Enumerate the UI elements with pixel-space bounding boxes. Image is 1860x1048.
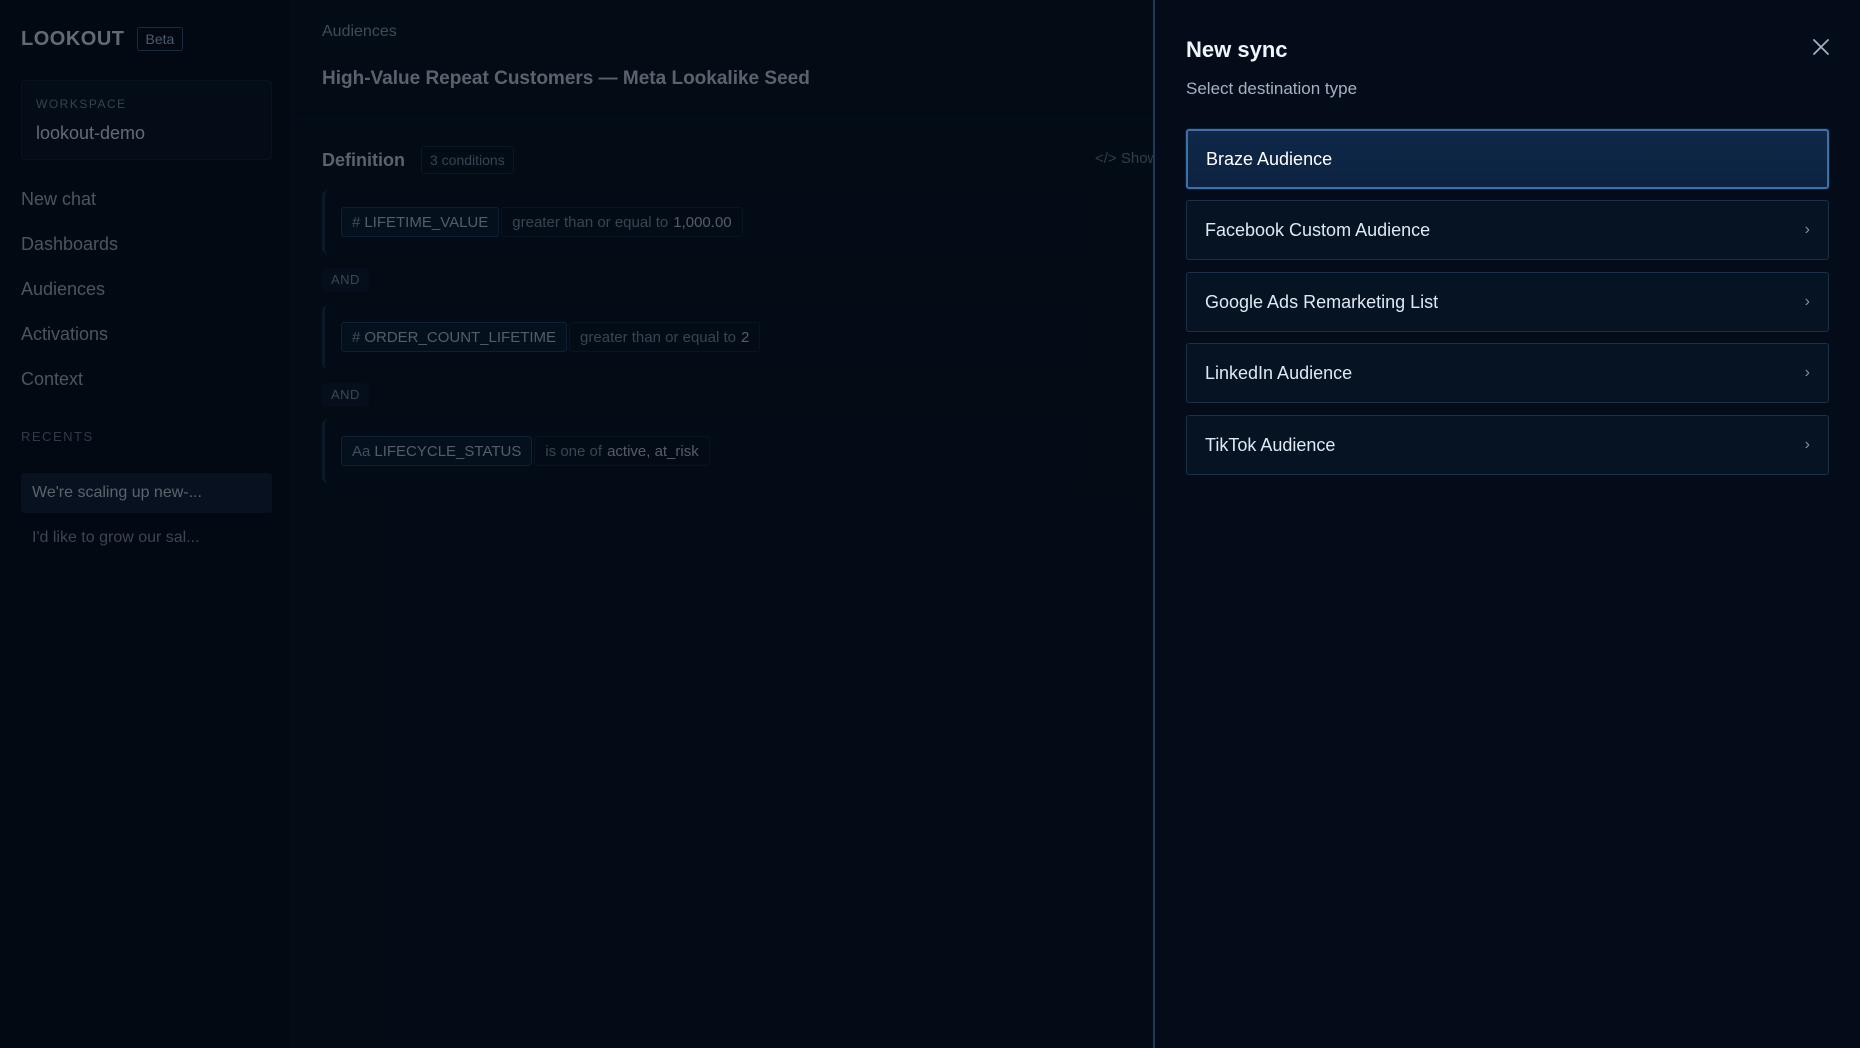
field-chip: # ORDER_COUNT_LIFETIME [341, 322, 568, 352]
operator-chip: greater than or equal to 1,000.00 [501, 207, 743, 237]
workspace-label: WORKSPACE [36, 97, 127, 111]
condition-row[interactable]: # ORDER_COUNT_LIFETIME greater than or e… [322, 305, 1082, 369]
chevron-right-icon: › [1804, 221, 1810, 238]
beta-badge: Beta [136, 27, 184, 51]
brand-logo-text: LOOKOUT [21, 27, 125, 50]
show-sql-button[interactable]: </> Show [1095, 150, 1158, 167]
recent-chat-item[interactable]: I'd like to grow our sal... [21, 518, 272, 558]
sidebar: LOOKOUT Beta WORKSPACE lookout-demo New … [0, 0, 292, 1048]
condition-row[interactable]: # LIFETIME_VALUE greater than or equal t… [322, 190, 1082, 254]
sidebar-item-context[interactable]: Context [21, 364, 118, 409]
chevron-right-icon: › [1804, 364, 1810, 381]
chevron-right-icon: › [1804, 436, 1810, 453]
text-type-icon: Aa [352, 442, 371, 460]
destination-label: Google Ads Remarketing List [1205, 291, 1439, 312]
new-sync-drawer: New sync Select destination type Braze A… [1153, 0, 1860, 1048]
numeric-type-icon: # [352, 328, 361, 346]
and-connector: AND [322, 383, 369, 407]
definition-title: Definition [322, 149, 405, 170]
close-icon [1813, 39, 1829, 55]
workspace-name: lookout-demo [36, 123, 146, 143]
numeric-type-icon: # [352, 213, 361, 231]
operator-chip: greater than or equal to 2 [569, 322, 761, 352]
and-connector: AND [322, 268, 369, 292]
brand: LOOKOUT Beta [21, 27, 184, 51]
condition-value: 2 [741, 328, 750, 346]
destination-label: Braze Audience [1206, 148, 1333, 169]
field-name: LIFETIME_VALUE [364, 213, 489, 231]
field-chip: # LIFETIME_VALUE [341, 207, 500, 237]
field-name: LIFECYCLE_STATUS [374, 442, 522, 460]
operator-chip: is one of active, at_risk [534, 436, 710, 466]
condition-value: 1,000.00 [673, 213, 732, 231]
field-chip: Aa LIFECYCLE_STATUS [341, 436, 533, 466]
breadcrumb[interactable]: Audiences [322, 23, 397, 41]
field-name: ORDER_COUNT_LIFETIME [364, 328, 557, 346]
sidebar-item-new-chat[interactable]: New chat [21, 184, 118, 229]
destination-option-tiktok[interactable]: TikTok Audience › [1186, 415, 1829, 475]
workspace-selector[interactable]: WORKSPACE lookout-demo [21, 80, 272, 160]
close-button[interactable] [1808, 34, 1834, 60]
drawer-title: New sync [1186, 37, 1288, 62]
sidebar-item-dashboards[interactable]: Dashboards [21, 229, 118, 274]
destination-label: LinkedIn Audience [1205, 362, 1353, 383]
chevron-right-icon: › [1804, 293, 1810, 310]
recent-chat-item[interactable]: We're scaling up new-... [21, 473, 272, 513]
operator-text: is one of [545, 442, 603, 460]
sidebar-nav: New chat Dashboards Audiences Activation… [21, 184, 118, 409]
destination-option-google-ads[interactable]: Google Ads Remarketing List › [1186, 272, 1829, 332]
condition-row[interactable]: Aa LIFECYCLE_STATUS is one of active, at… [322, 419, 1082, 483]
sidebar-item-activations[interactable]: Activations [21, 319, 118, 364]
page-title: High-Value Repeat Customers — Meta Looka… [322, 68, 810, 89]
condition-count-badge: 3 conditions [421, 146, 514, 174]
operator-text: greater than or equal to [580, 328, 736, 346]
sidebar-item-audiences[interactable]: Audiences [21, 274, 118, 319]
destination-label: TikTok Audience [1205, 434, 1336, 455]
destination-option-facebook[interactable]: Facebook Custom Audience › [1186, 200, 1829, 260]
operator-text: greater than or equal to [512, 213, 669, 231]
destination-option-linkedin[interactable]: LinkedIn Audience › [1186, 343, 1829, 403]
condition-value: active, at_risk [607, 442, 699, 460]
recents-heading: RECENTS [21, 429, 94, 444]
destination-option-braze[interactable]: Braze Audience [1186, 129, 1829, 189]
drawer-subtitle: Select destination type [1186, 79, 1358, 98]
definition-header: Definition 3 conditions [322, 146, 514, 174]
destination-label: Facebook Custom Audience [1205, 219, 1431, 240]
